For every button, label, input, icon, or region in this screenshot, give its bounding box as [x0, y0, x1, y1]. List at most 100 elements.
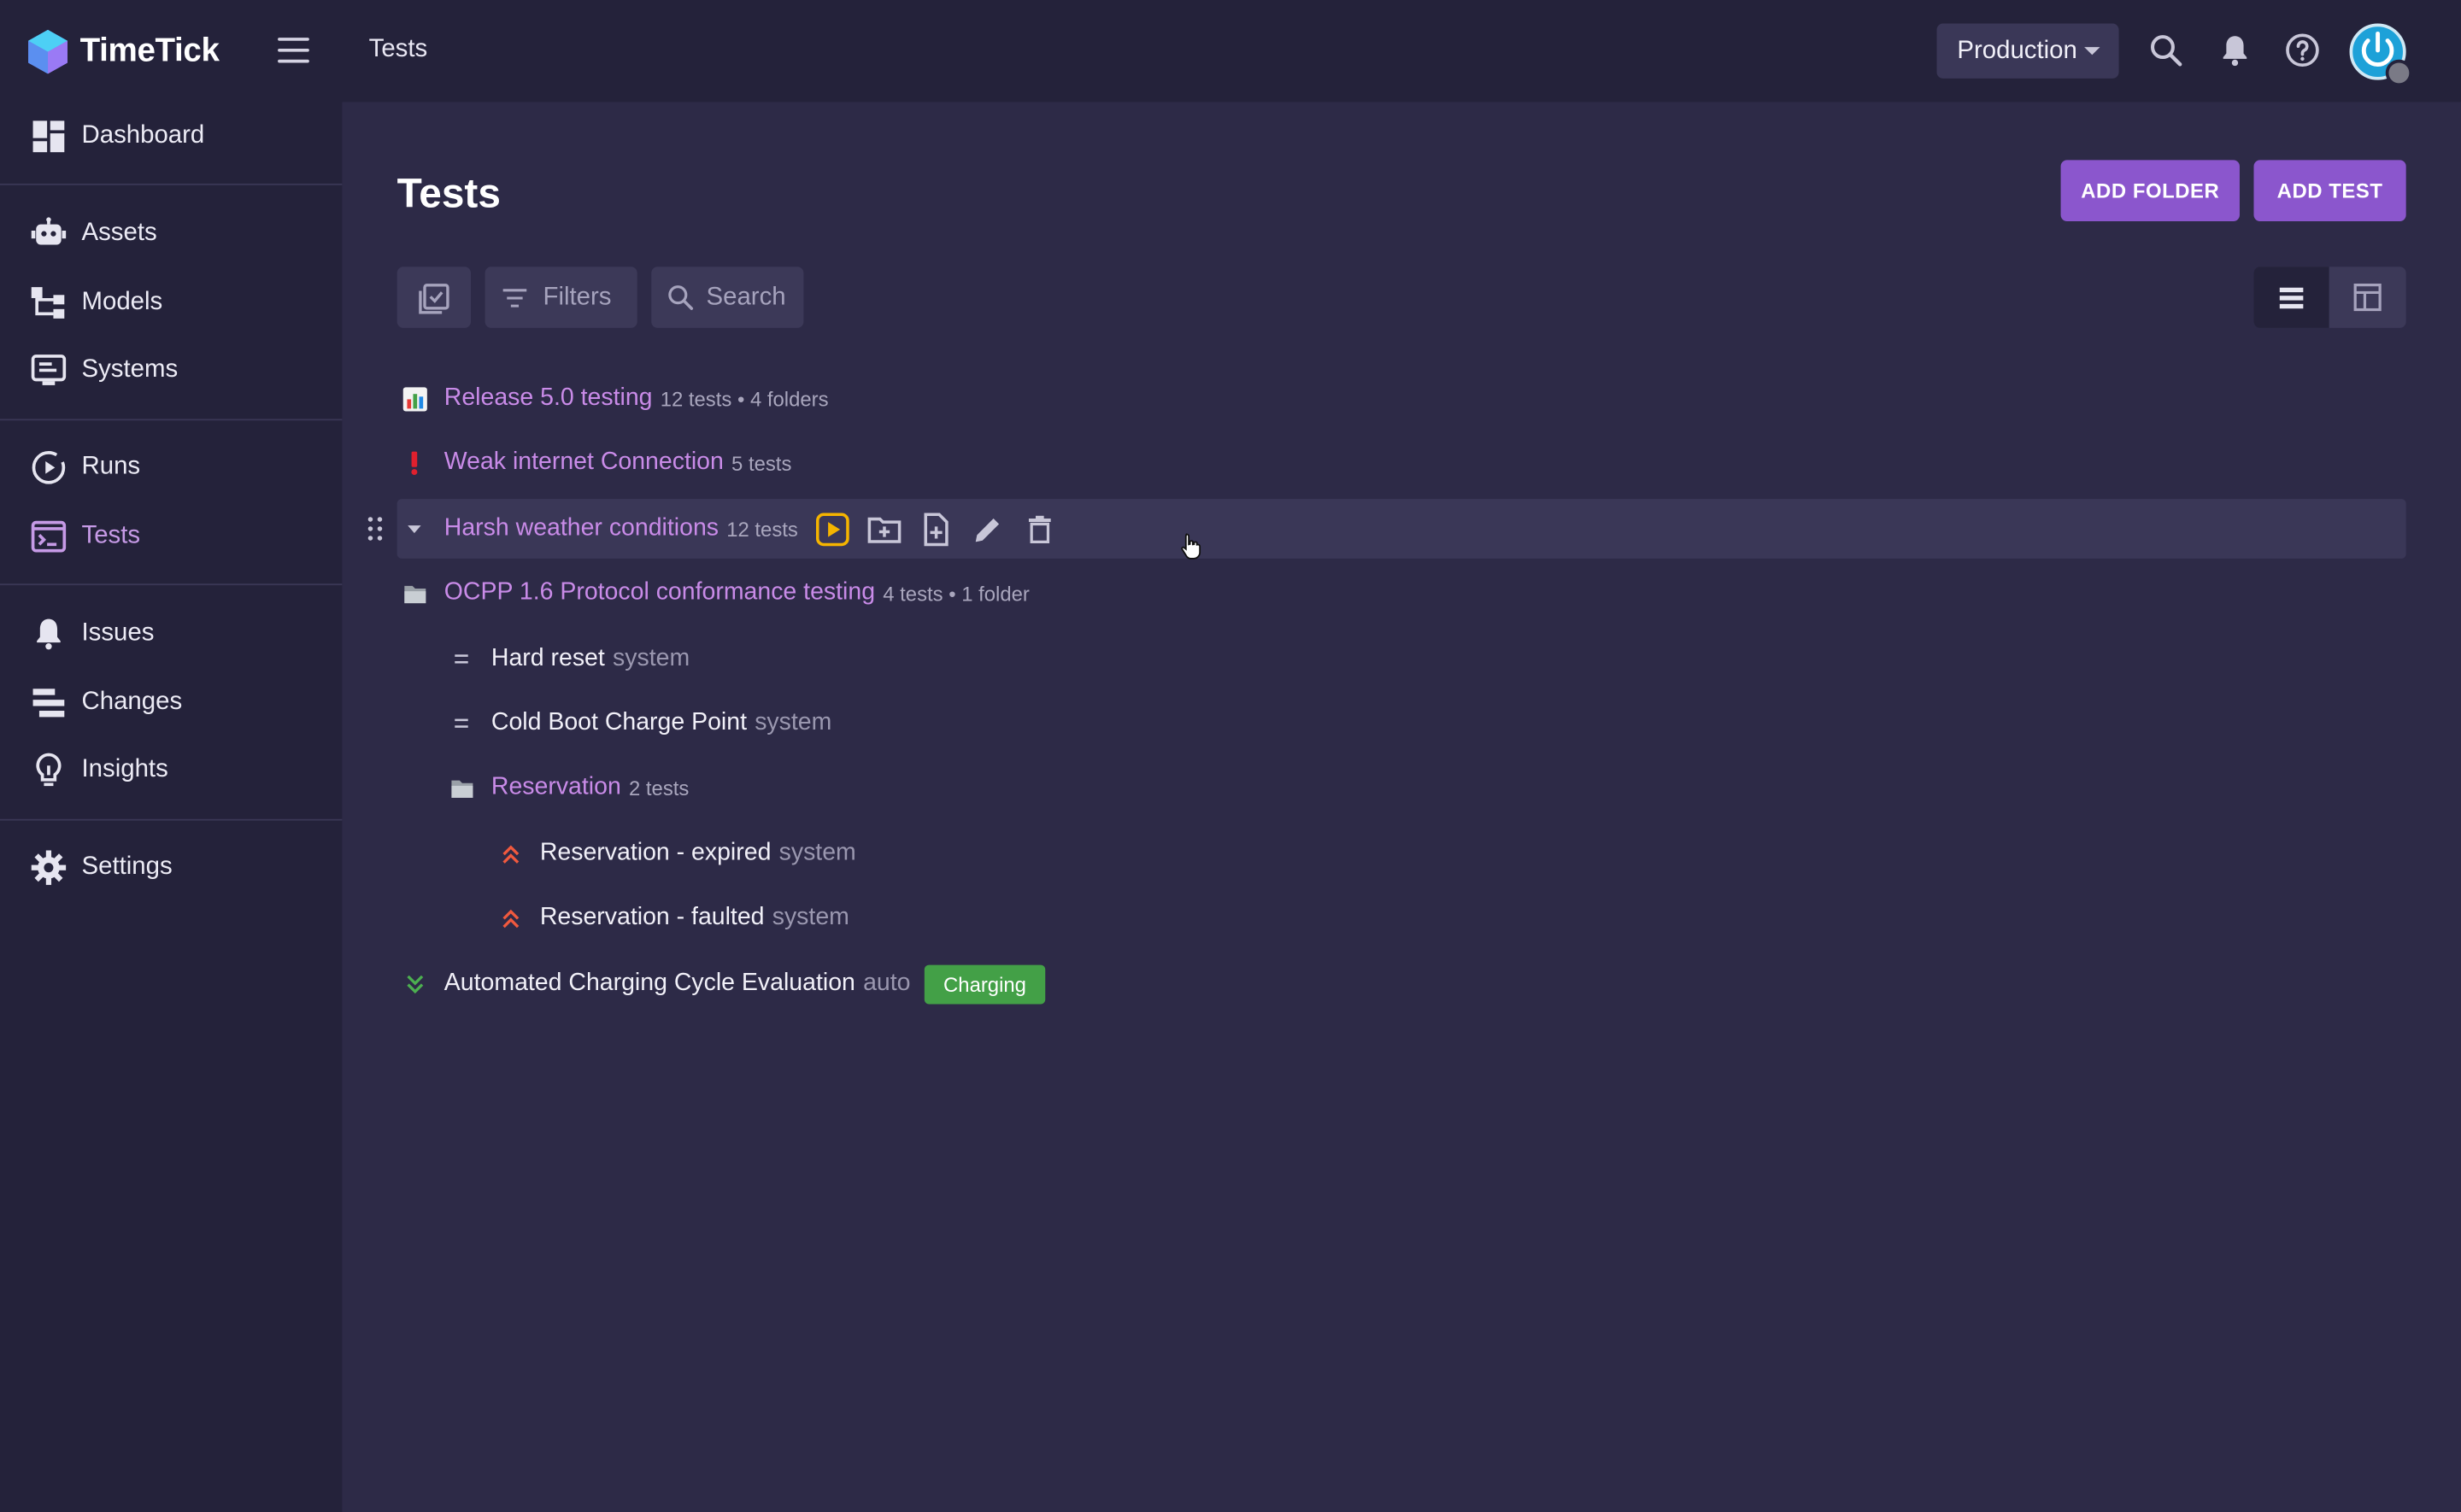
view-toggle [2253, 267, 2406, 328]
folder-name[interactable]: Reservation [491, 773, 621, 801]
sidebar-item-models[interactable]: Models [0, 272, 342, 334]
brand-name: TimeTick [79, 32, 220, 68]
top-bar: TimeTick Tests Production [0, 0, 2461, 103]
test-name[interactable]: Hard reset [491, 645, 605, 673]
row-actions [813, 510, 1072, 548]
sidebar-item-issues[interactable]: Issues [0, 602, 342, 665]
sidebar-item-systems[interactable]: Systems [0, 339, 342, 401]
robot-icon [31, 217, 67, 245]
tree-folder-row[interactable]: Weak internet Connection 5 tests [397, 433, 2406, 493]
add-subfolder-button[interactable] [866, 510, 903, 548]
add-test-to-folder-button[interactable] [917, 510, 954, 548]
breadcrumb: Tests [368, 36, 428, 63]
folder-meta: 12 tests [726, 517, 798, 541]
tree-folder-row[interactable]: Reservation 2 tests [444, 758, 2406, 818]
sidebar-item-label: Changes [81, 689, 183, 716]
tag-badge[interactable]: Charging [925, 964, 1046, 1004]
filters-button[interactable]: Filters [485, 267, 637, 328]
test-type: system [613, 644, 690, 672]
timetick-logo-icon [28, 28, 68, 73]
table-view-button[interactable] [2329, 267, 2405, 328]
tree-folder-row[interactable]: OCPP 1.6 Protocol conformance testing 4 … [397, 563, 2406, 623]
trash-icon [1028, 514, 1051, 543]
play-icon [815, 512, 849, 546]
double-chevron-up-icon [493, 900, 527, 935]
sidebar-item-settings[interactable]: Settings [0, 836, 342, 899]
search-input[interactable]: Search [651, 267, 804, 328]
search-placeholder: Search [706, 283, 786, 310]
folder-plus-icon [867, 516, 902, 542]
sidebar-item-label: Dashboard [81, 122, 205, 149]
add-test-button[interactable]: ADD TEST [2253, 160, 2406, 221]
equals-icon [444, 706, 479, 741]
hierarchy-icon [31, 287, 65, 319]
test-type: auto [863, 970, 911, 997]
run-folder-button[interactable] [813, 510, 851, 548]
folder-meta: 4 tests • 1 folder [883, 581, 1030, 606]
sidebar-divider [0, 583, 343, 586]
folder-name[interactable]: Release 5.0 testing [444, 384, 653, 413]
sidebar-item-label: Assets [81, 220, 157, 247]
environment-value: Production [1957, 37, 2077, 64]
checklist-icon [418, 283, 449, 314]
dashboard-icon [32, 120, 65, 153]
list-view-button[interactable] [2253, 267, 2329, 328]
test-name[interactable]: Reservation - faulted [540, 904, 765, 932]
exclamation-icon [397, 446, 432, 480]
folder-name[interactable]: Weak internet Connection [444, 448, 724, 477]
test-name[interactable]: Cold Boot Charge Point [491, 709, 747, 737]
folder-meta: 2 tests [629, 776, 690, 800]
drag-handle-icon[interactable] [367, 516, 383, 541]
sidebar-divider [0, 818, 343, 821]
test-name[interactable]: Automated Charging Cycle Evaluation [444, 970, 855, 998]
stack-icon [32, 689, 65, 718]
sidebar: Dashboard Assets Models Systems Runs Tes… [0, 102, 343, 1512]
folder-meta: 5 tests [731, 451, 792, 475]
sidebar-item-tests[interactable]: Tests [0, 505, 342, 567]
sidebar-item-label: Tests [81, 522, 141, 549]
tree-test-row[interactable]: Cold Boot Charge Point system [444, 694, 2406, 753]
page-title: Tests [396, 169, 501, 217]
select-all-button[interactable] [396, 267, 472, 328]
monitor-icon [31, 355, 67, 385]
sidebar-item-runs[interactable]: Runs [0, 437, 342, 499]
tree-test-row[interactable]: Reservation - expired system [493, 823, 2406, 883]
add-folder-button[interactable]: ADD FOLDER [2060, 160, 2240, 221]
tree-test-row[interactable]: Reservation - faulted system [493, 888, 2406, 948]
sidebar-item-label: Runs [81, 453, 141, 481]
menu-toggle-icon[interactable] [278, 38, 309, 63]
tree-test-row[interactable]: Hard reset system [444, 630, 2406, 689]
delete-folder-button[interactable] [1021, 510, 1059, 548]
file-plus-icon [924, 512, 949, 546]
sidebar-item-label: Issues [81, 619, 155, 647]
tree-test-row[interactable]: Automated Charging Cycle Evaluation auto… [397, 954, 2406, 1014]
bell-icon[interactable] [2216, 32, 2253, 69]
search-icon [668, 285, 694, 310]
sidebar-item-insights[interactable]: Insights [0, 739, 342, 801]
sidebar-item-label: Models [81, 288, 163, 316]
tree-folder-row[interactable]: Harsh weather conditions 12 tests [367, 499, 2406, 559]
sidebar-item-label: Insights [81, 756, 168, 783]
sidebar-item-label: Systems [81, 355, 179, 384]
folder-icon [444, 771, 479, 805]
play-circle-icon [32, 451, 66, 484]
sidebar-item-changes[interactable]: Changes [0, 671, 342, 734]
main-content: Tests ADD FOLDER ADD TEST Filters Search… [342, 102, 2461, 1512]
sidebar-item-assets[interactable]: Assets [0, 202, 342, 265]
test-name[interactable]: Reservation - expired [540, 840, 772, 868]
chart-icon [397, 381, 432, 415]
caret-down-icon[interactable] [397, 512, 432, 546]
sidebar-item-dashboard[interactable]: Dashboard [0, 105, 342, 167]
environment-select[interactable]: Production [1936, 23, 2119, 79]
help-icon[interactable] [2283, 32, 2321, 69]
search-icon[interactable] [2147, 32, 2185, 69]
tree-folder-row[interactable]: Release 5.0 testing 12 tests • 4 folders [397, 369, 2406, 429]
folder-name[interactable]: Harsh weather conditions [444, 514, 719, 542]
bell-icon [37, 618, 61, 650]
avatar[interactable] [2349, 23, 2413, 87]
edit-folder-button[interactable] [969, 510, 1007, 548]
test-type: system [778, 839, 856, 866]
double-chevron-up-icon [493, 836, 527, 870]
folder-name[interactable]: OCPP 1.6 Protocol conformance testing [444, 579, 875, 607]
pencil-icon [975, 518, 999, 542]
